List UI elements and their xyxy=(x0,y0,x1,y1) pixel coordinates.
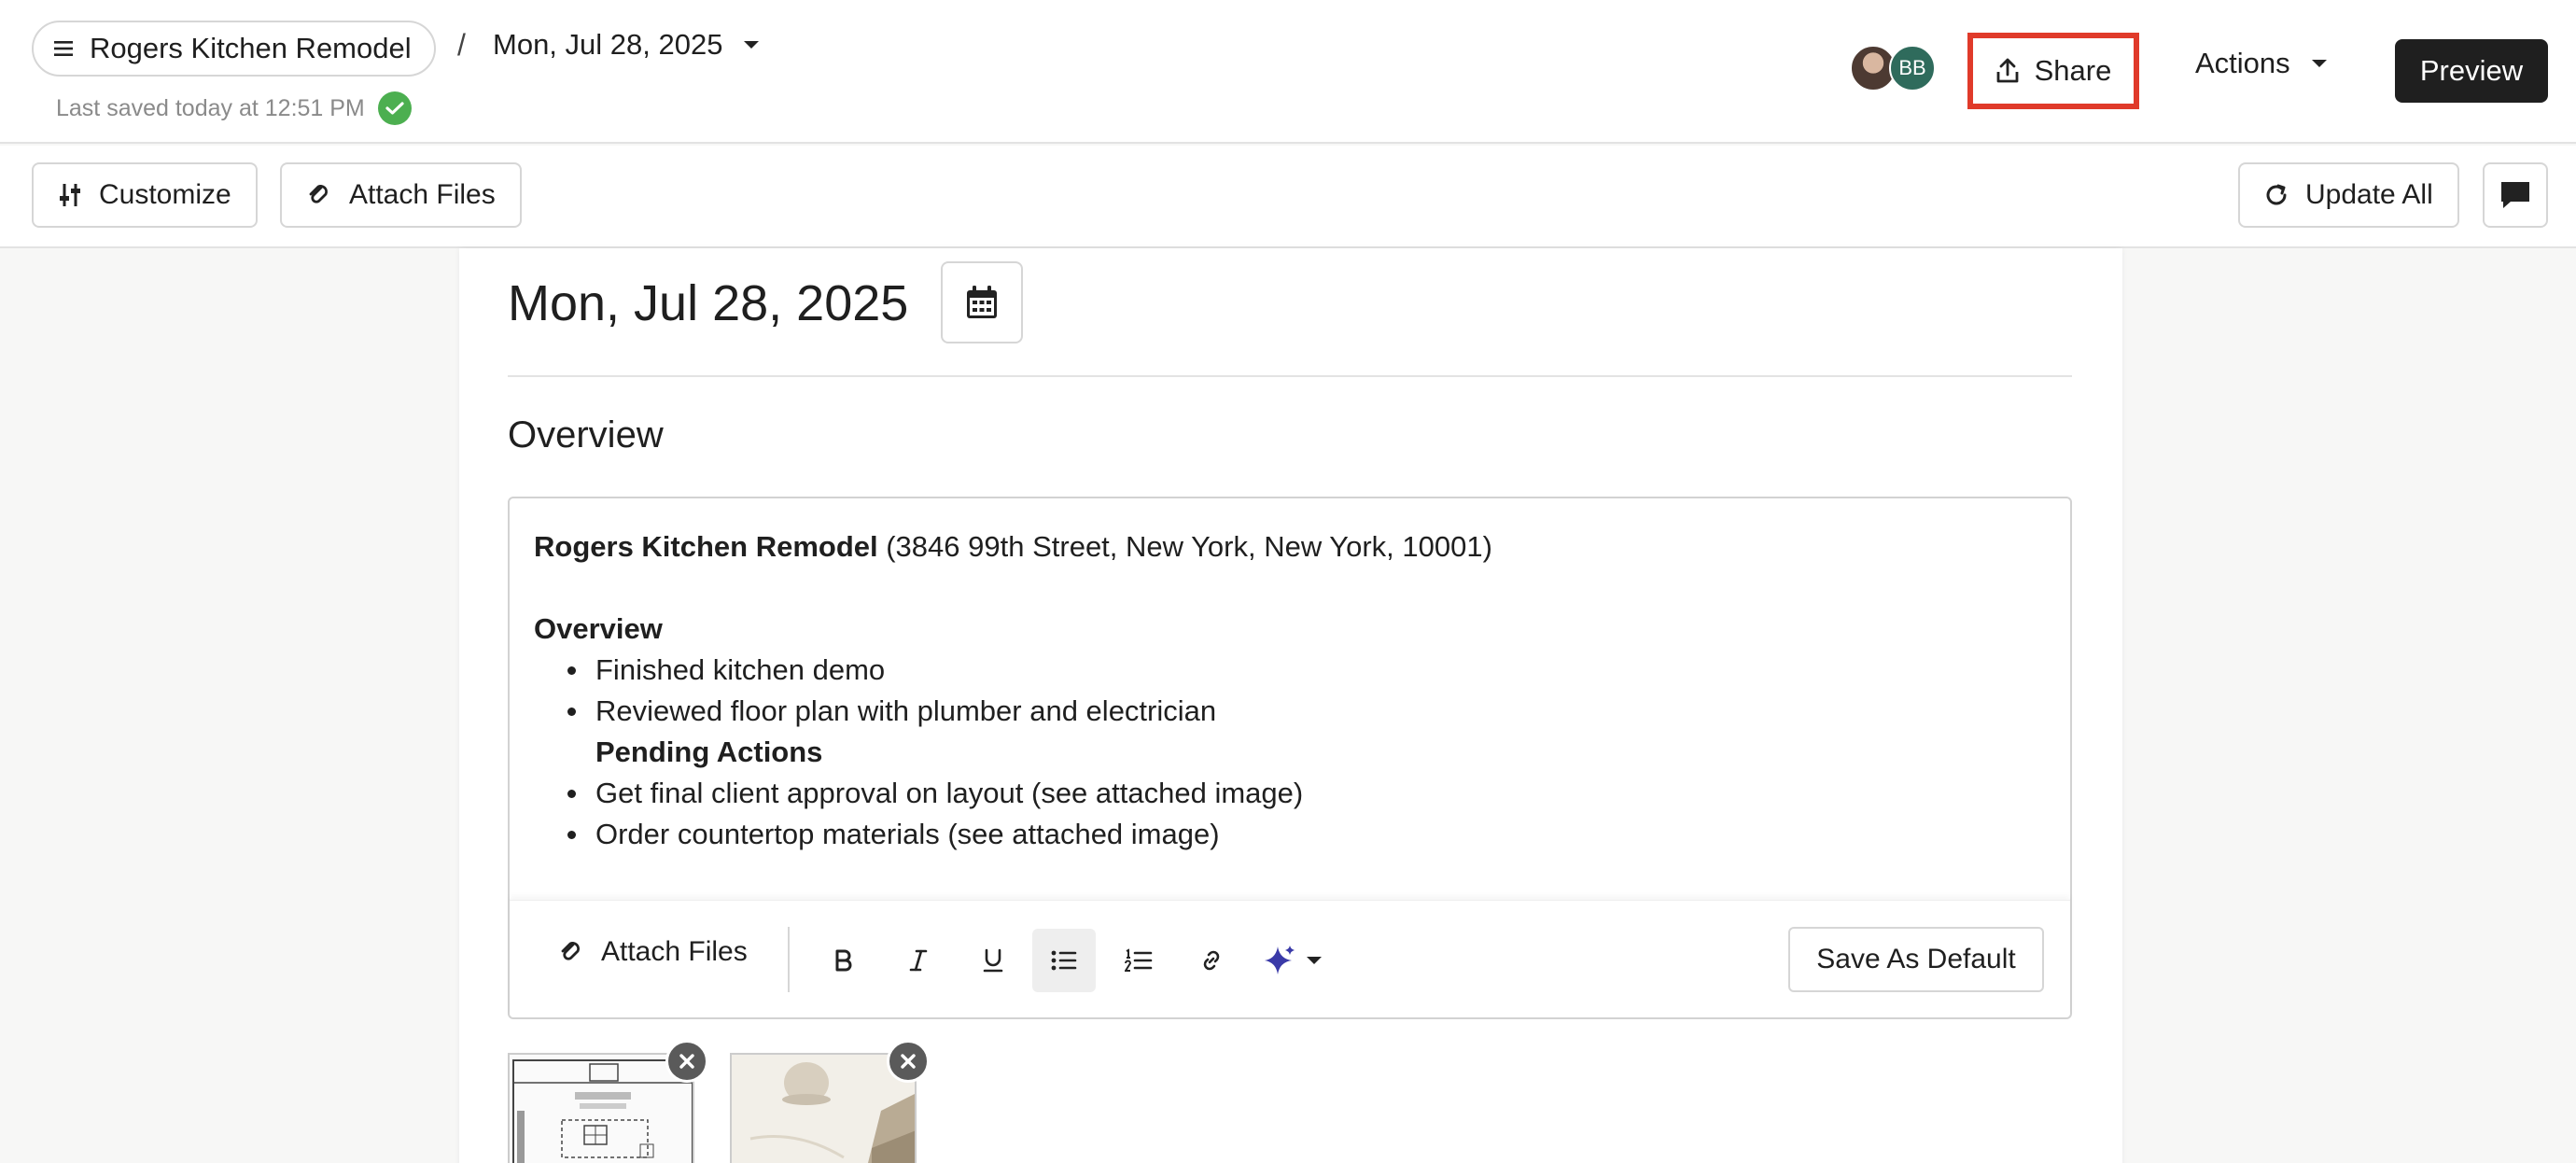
top-header: Rogers Kitchen Remodel / Mon, Jul 28, 20… xyxy=(0,0,2576,144)
save-as-default-button[interactable]: Save As Default xyxy=(1788,927,2044,992)
save-status: Last saved today at 12:51 PM xyxy=(56,91,412,125)
avatar-initials[interactable]: BB xyxy=(1889,45,1936,91)
menu-icon xyxy=(54,41,73,56)
close-icon xyxy=(679,1054,694,1069)
calendar-button[interactable] xyxy=(941,261,1023,343)
pending-list: Get final client approval on layout (see… xyxy=(534,773,1492,855)
bold-icon xyxy=(835,949,852,972)
close-icon xyxy=(901,1054,916,1069)
sparkle-icon xyxy=(1265,946,1295,974)
underline-button[interactable] xyxy=(961,929,1025,992)
project-name: Rogers Kitchen Remodel xyxy=(534,530,878,563)
section-title: Overview xyxy=(508,414,664,455)
underline-icon xyxy=(983,948,1003,973)
actions-label: Actions xyxy=(2195,47,2290,79)
refresh-icon xyxy=(2266,184,2287,205)
share-icon xyxy=(1996,58,2019,83)
customize-button[interactable]: Customize xyxy=(32,162,258,228)
share-label: Share xyxy=(2034,54,2112,87)
collaborator-avatars[interactable]: BB xyxy=(1850,45,1936,91)
bullet-list-button[interactable] xyxy=(1032,929,1096,992)
caret-down-icon xyxy=(2311,60,2327,67)
date-dropdown[interactable]: Mon, Jul 28, 2025 xyxy=(493,28,760,62)
preview-button[interactable]: Preview xyxy=(2395,39,2548,103)
rich-text-editor[interactable]: Rogers Kitchen Remodel (3846 99th Street… xyxy=(508,497,2072,1019)
project-line: Rogers Kitchen Remodel (3846 99th Street… xyxy=(534,526,1492,567)
numbered-list-button[interactable] xyxy=(1107,929,1170,992)
calendar-icon xyxy=(967,286,997,318)
update-all-button[interactable]: Update All xyxy=(2238,162,2459,228)
daily-log-card: Mon, Jul 28, 2025 Overview Rogers Kitche… xyxy=(459,248,2122,1163)
breadcrumb-separator: / xyxy=(457,28,466,62)
actions-dropdown[interactable]: Actions xyxy=(2195,47,2328,80)
editor-toolbar: Attach Files Save As Default xyxy=(510,900,2070,1017)
italic-button[interactable] xyxy=(887,929,950,992)
editor-attach-files-button[interactable]: Attach Files xyxy=(558,936,748,968)
link-button[interactable] xyxy=(1180,929,1243,992)
list-item: Order countertop materials (see attached… xyxy=(534,814,1492,855)
caret-down-icon xyxy=(1307,957,1322,964)
page-title: Mon, Jul 28, 2025 xyxy=(508,275,909,331)
project-title: Rogers Kitchen Remodel xyxy=(90,32,412,64)
action-toolbar: Customize Attach Files Update All xyxy=(0,146,2576,248)
attach-files-button[interactable]: Attach Files xyxy=(280,162,522,228)
bullet-list-icon xyxy=(1051,950,1077,971)
overview-label: Overview xyxy=(534,612,663,645)
editor-content[interactable]: Rogers Kitchen Remodel (3846 99th Street… xyxy=(534,526,1492,855)
attach-files-label: Attach Files xyxy=(349,179,496,210)
remove-attachment-button[interactable] xyxy=(887,1040,930,1083)
divider xyxy=(508,375,2072,377)
update-all-label: Update All xyxy=(2305,179,2433,210)
list-item: Finished kitchen demo xyxy=(534,650,1492,691)
chat-icon xyxy=(2501,182,2529,208)
comments-button[interactable] xyxy=(2483,162,2548,228)
pending-actions-label: Pending Actions xyxy=(595,736,823,768)
link-icon xyxy=(1203,950,1220,971)
share-button[interactable]: Share xyxy=(1967,33,2139,109)
sliders-icon xyxy=(60,184,80,206)
paperclip-icon xyxy=(561,942,580,960)
customize-label: Customize xyxy=(99,179,231,210)
ai-assist-dropdown[interactable] xyxy=(1251,929,1335,992)
check-circle-icon xyxy=(377,91,412,125)
date-dropdown-label: Mon, Jul 28, 2025 xyxy=(493,28,723,61)
bold-button[interactable] xyxy=(812,929,875,992)
floor-plan-image xyxy=(510,1055,693,1163)
project-address: (3846 99th Street, New York, New York, 1… xyxy=(877,530,1492,563)
last-saved-text: Last saved today at 12:51 PM xyxy=(56,94,365,121)
overview-list: Finished kitchen demo Reviewed floor pla… xyxy=(534,650,1492,732)
list-item: Get final client approval on layout (see… xyxy=(534,773,1492,814)
list-item: Reviewed floor plan with plumber and ele… xyxy=(534,691,1492,732)
paperclip-icon xyxy=(309,185,328,203)
toolbar-separator xyxy=(788,927,790,992)
italic-icon xyxy=(909,949,928,972)
caret-down-icon xyxy=(744,41,760,49)
project-menu-button[interactable]: Rogers Kitchen Remodel xyxy=(32,21,436,77)
numbered-list-icon xyxy=(1125,948,1153,972)
remove-attachment-button[interactable] xyxy=(665,1040,708,1083)
editor-attach-files-label: Attach Files xyxy=(601,936,748,967)
